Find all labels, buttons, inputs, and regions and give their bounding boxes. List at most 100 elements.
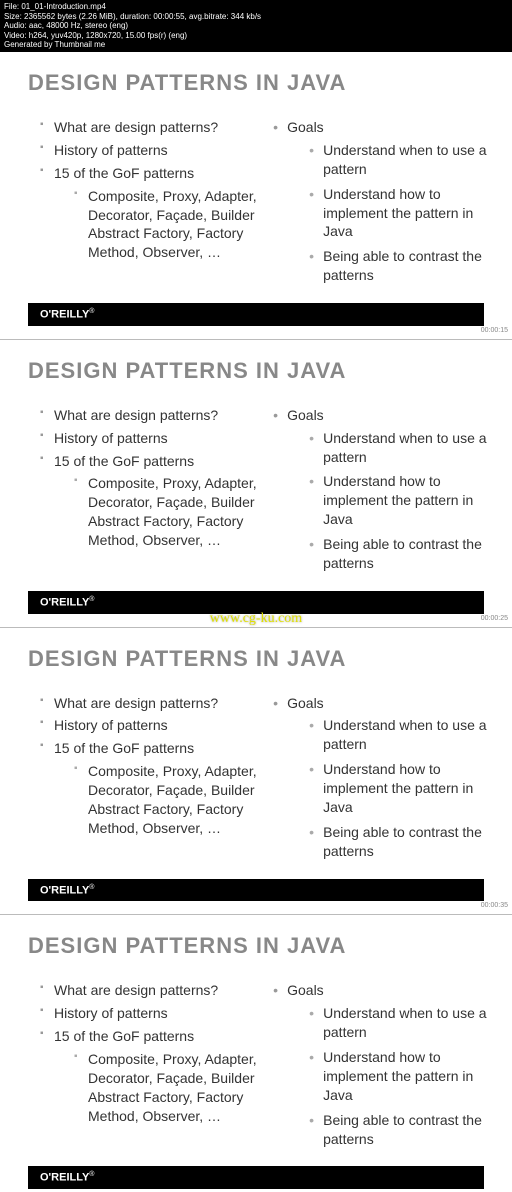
sub-item: Understand when to use a pattern	[309, 716, 492, 754]
left-sub-list: Composite, Proxy, Adapter, Decorator, Fa…	[54, 187, 265, 263]
timestamp-row: 00:00:35	[0, 901, 512, 915]
footer-brand: O'REILLY	[40, 597, 89, 609]
col-left: What are design patterns? History of pat…	[28, 118, 265, 291]
left-list: What are design patterns? History of pat…	[28, 406, 265, 550]
sub-item: Being able to contrast the patterns	[309, 1111, 492, 1149]
col-right: Goals Understand when to use a pattern U…	[273, 694, 492, 867]
right-sub-list: Understand when to use a pattern Underst…	[287, 429, 492, 573]
thumbnail-slide: DESIGN PATTERNS IN JAVA What are design …	[0, 628, 512, 902]
list-item: History of patterns	[40, 429, 265, 448]
footer-brand: O'REILLY	[40, 884, 89, 896]
list-item: What are design patterns?	[40, 694, 265, 713]
sub-item: Being able to contrast the patterns	[309, 535, 492, 573]
list-item: Goals Understand when to use a pattern U…	[273, 406, 492, 573]
video-metadata-header: File: 01_01-Introduction.mp4 Size: 23655…	[0, 0, 512, 52]
reg-mark: ®	[89, 1171, 94, 1178]
left-sub-list: Composite, Proxy, Adapter, Decorator, Fa…	[54, 762, 265, 838]
sub-item: Understand how to implement the pattern …	[309, 185, 492, 242]
timestamp: 00:00:25	[481, 615, 508, 622]
list-item-label: Goals	[287, 407, 324, 423]
meta-generator: Generated by Thumbnail me	[4, 40, 508, 50]
reg-mark: ®	[89, 308, 94, 315]
timestamp-row: 00:00:15	[0, 326, 512, 340]
thumbnail-slide: DESIGN PATTERNS IN JAVA What are design …	[0, 52, 512, 326]
list-item: History of patterns	[40, 716, 265, 735]
slide-columns: What are design patterns? History of pat…	[28, 981, 484, 1154]
col-left: What are design patterns? History of pat…	[28, 694, 265, 867]
list-item: Goals Understand when to use a pattern U…	[273, 694, 492, 861]
left-sub-list: Composite, Proxy, Adapter, Decorator, Fa…	[54, 1050, 265, 1126]
right-list: Goals Understand when to use a pattern U…	[273, 118, 492, 285]
right-sub-list: Understand when to use a pattern Underst…	[287, 716, 492, 860]
list-item: History of patterns	[40, 1004, 265, 1023]
footer-bar: O'REILLY®	[28, 303, 484, 326]
sub-item: Understand how to implement the pattern …	[309, 472, 492, 529]
list-item-label: 15 of the GoF patterns	[54, 453, 194, 469]
sub-item: Being able to contrast the patterns	[309, 247, 492, 285]
list-item-label: Goals	[287, 982, 324, 998]
right-sub-list: Understand when to use a pattern Underst…	[287, 141, 492, 285]
list-item: What are design patterns?	[40, 406, 265, 425]
list-item-label: Goals	[287, 119, 324, 135]
list-item: What are design patterns?	[40, 981, 265, 1000]
list-item: Goals Understand when to use a pattern U…	[273, 118, 492, 285]
sub-item: Composite, Proxy, Adapter, Decorator, Fa…	[74, 1050, 265, 1126]
slide-columns: What are design patterns? History of pat…	[28, 406, 484, 579]
slide-columns: What are design patterns? History of pat…	[28, 118, 484, 291]
sub-item: Composite, Proxy, Adapter, Decorator, Fa…	[74, 474, 265, 550]
list-item-label: 15 of the GoF patterns	[54, 1028, 194, 1044]
col-left: What are design patterns? History of pat…	[28, 406, 265, 579]
watermark: www.cg-ku.com	[210, 611, 302, 627]
meta-audio: Audio: aac, 48000 Hz, stereo (eng)	[4, 21, 508, 31]
col-right: Goals Understand when to use a pattern U…	[273, 406, 492, 579]
sub-item: Understand when to use a pattern	[309, 1004, 492, 1042]
thumbnail-slide: DESIGN PATTERNS IN JAVA What are design …	[0, 915, 512, 1189]
slide-title: DESIGN PATTERNS IN JAVA	[28, 358, 484, 384]
meta-file: File: 01_01-Introduction.mp4	[4, 2, 508, 12]
reg-mark: ®	[89, 596, 94, 603]
thumbnail-slide: DESIGN PATTERNS IN JAVA What are design …	[0, 340, 512, 614]
col-right: Goals Understand when to use a pattern U…	[273, 981, 492, 1154]
slide-columns: What are design patterns? History of pat…	[28, 694, 484, 867]
footer-bar: O'REILLY®	[28, 1166, 484, 1189]
sub-item: Understand how to implement the pattern …	[309, 760, 492, 817]
list-item: 15 of the GoF patterns Composite, Proxy,…	[40, 1027, 265, 1125]
left-list: What are design patterns? History of pat…	[28, 694, 265, 838]
list-item-label: 15 of the GoF patterns	[54, 740, 194, 756]
slide-title: DESIGN PATTERNS IN JAVA	[28, 646, 484, 672]
reg-mark: ®	[89, 884, 94, 891]
right-list: Goals Understand when to use a pattern U…	[273, 694, 492, 861]
list-item: 15 of the GoF patterns Composite, Proxy,…	[40, 452, 265, 550]
list-item: 15 of the GoF patterns Composite, Proxy,…	[40, 739, 265, 837]
slide-title: DESIGN PATTERNS IN JAVA	[28, 933, 484, 959]
list-item: What are design patterns?	[40, 118, 265, 137]
footer-brand: O'REILLY	[40, 1172, 89, 1184]
right-list: Goals Understand when to use a pattern U…	[273, 406, 492, 573]
left-sub-list: Composite, Proxy, Adapter, Decorator, Fa…	[54, 474, 265, 550]
sub-item: Understand when to use a pattern	[309, 429, 492, 467]
footer-bar: O'REILLY®	[28, 879, 484, 902]
sub-item: Composite, Proxy, Adapter, Decorator, Fa…	[74, 762, 265, 838]
timestamp: 00:00:35	[481, 902, 508, 909]
right-list: Goals Understand when to use a pattern U…	[273, 981, 492, 1148]
slide-title: DESIGN PATTERNS IN JAVA	[28, 70, 484, 96]
col-left: What are design patterns? History of pat…	[28, 981, 265, 1154]
list-item-label: Goals	[287, 695, 324, 711]
sub-item: Understand when to use a pattern	[309, 141, 492, 179]
sub-item: Being able to contrast the patterns	[309, 823, 492, 861]
list-item: Goals Understand when to use a pattern U…	[273, 981, 492, 1148]
timestamp-row: 00:00:25 www.cg-ku.com	[0, 614, 512, 628]
left-list: What are design patterns? History of pat…	[28, 981, 265, 1125]
right-sub-list: Understand when to use a pattern Underst…	[287, 1004, 492, 1148]
list-item: 15 of the GoF patterns Composite, Proxy,…	[40, 164, 265, 262]
left-list: What are design patterns? History of pat…	[28, 118, 265, 262]
sub-item: Understand how to implement the pattern …	[309, 1048, 492, 1105]
sub-item: Composite, Proxy, Adapter, Decorator, Fa…	[74, 187, 265, 263]
timestamp: 00:00:15	[481, 327, 508, 334]
list-item: History of patterns	[40, 141, 265, 160]
meta-video: Video: h264, yuv420p, 1280x720, 15.00 fp…	[4, 31, 508, 41]
footer-brand: O'REILLY	[40, 309, 89, 321]
meta-size: Size: 2365562 bytes (2.26 MiB), duration…	[4, 12, 508, 22]
col-right: Goals Understand when to use a pattern U…	[273, 118, 492, 291]
list-item-label: 15 of the GoF patterns	[54, 165, 194, 181]
